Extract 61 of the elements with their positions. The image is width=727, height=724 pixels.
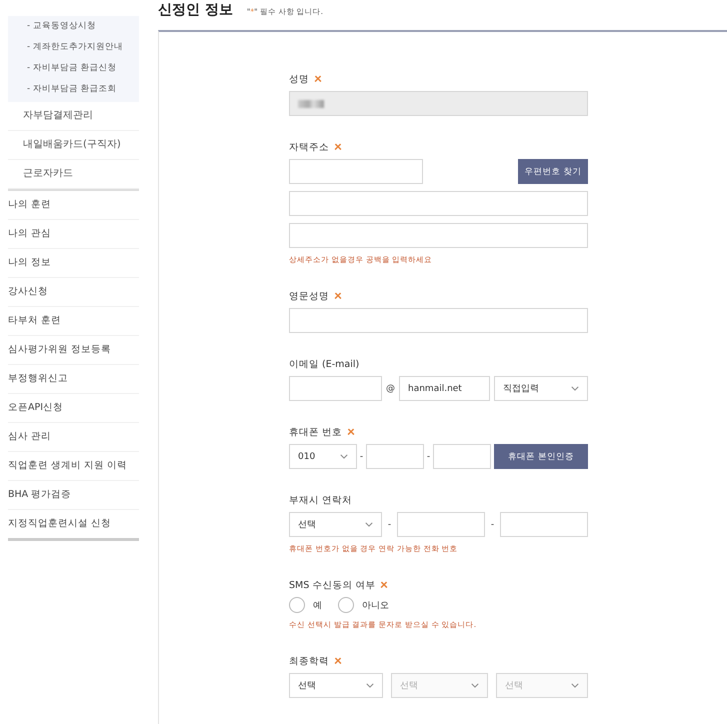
menu-item[interactable]: 심사 관리 xyxy=(8,423,139,452)
select-field[interactable]: 선택 xyxy=(289,512,382,537)
separator-text: @ xyxy=(386,384,395,394)
field-label: 부재시 연락처 xyxy=(289,494,354,507)
input-field[interactable] xyxy=(433,444,492,469)
select-field[interactable]: 직접입력 xyxy=(494,376,588,401)
menu-item[interactable]: 타부처 훈련 xyxy=(8,307,139,336)
separator-text: - xyxy=(360,452,364,462)
menu-item[interactable]: 나의 훈련 xyxy=(8,191,139,220)
chevron-down-icon xyxy=(571,683,579,688)
input-field[interactable] xyxy=(289,223,588,248)
chevron-down-icon xyxy=(340,454,348,459)
menu-item[interactable]: 나의 정보 xyxy=(8,249,139,278)
separator-text: - xyxy=(388,520,392,530)
input-field[interactable] xyxy=(289,191,588,216)
input-field[interactable] xyxy=(366,444,424,469)
submenu-item[interactable]: - 계좌한도추가지원안내 xyxy=(8,37,139,58)
action-button[interactable]: 휴대폰 본인인증 xyxy=(494,444,588,469)
chevron-down-icon xyxy=(366,683,374,688)
menu-item[interactable]: 지정직업훈련시설 신청 xyxy=(8,510,139,538)
field-label: 이메일 (E-mail) xyxy=(289,358,360,371)
menu-item[interactable]: 근로자카드 xyxy=(8,160,139,189)
action-button[interactable]: 우편번호 찾기 xyxy=(518,159,588,184)
field-label: 성명 xyxy=(289,72,588,86)
menu-item[interactable]: 부정행위신고 xyxy=(8,365,139,394)
submenu-item[interactable]: - 자비부담금 환급신청 xyxy=(8,58,139,79)
field-label: 자택주소 xyxy=(289,140,588,154)
menu-item[interactable]: 자부담결제관리 xyxy=(8,102,139,131)
radio-button[interactable] xyxy=(338,597,354,613)
submenu-item[interactable]: - 교육동영상시청 xyxy=(8,16,139,37)
radio-option[interactable]: 예 xyxy=(289,597,322,613)
input-field[interactable] xyxy=(500,512,588,537)
field-label: SMS 수신동의 여부 xyxy=(289,578,588,592)
field-label: 영문성명 xyxy=(289,289,588,303)
chevron-down-icon xyxy=(471,683,479,688)
menu-item[interactable]: 심사평가위원 정보등록 xyxy=(8,336,139,365)
menu-item[interactable]: 강사신청 xyxy=(8,278,139,307)
input-field[interactable] xyxy=(289,159,423,184)
submenu-item[interactable]: - 자비부담금 환급조회 xyxy=(8,79,139,100)
menu-item[interactable]: 나의 관심 xyxy=(8,220,139,249)
input-field[interactable] xyxy=(397,512,485,537)
field-label: 휴대폰 번호 xyxy=(289,425,588,439)
input-field[interactable] xyxy=(289,308,588,333)
chevron-down-icon xyxy=(365,522,373,527)
menu-item[interactable]: 오픈API신청 xyxy=(8,394,139,423)
page-title: 신정인 정보 xyxy=(158,1,233,19)
input-field[interactable] xyxy=(289,376,382,401)
chevron-down-icon xyxy=(571,386,579,391)
separator-text: - xyxy=(490,520,494,530)
field-label: 최종학력 xyxy=(289,654,588,668)
menu-item[interactable]: BHA 평가검증 xyxy=(8,481,139,510)
input-field[interactable]: hanmail.net xyxy=(399,376,490,401)
radio-option[interactable]: 아니오 xyxy=(338,597,389,613)
select-field[interactable]: 010 xyxy=(289,444,357,469)
select-field[interactable]: 선택 xyxy=(289,673,383,698)
radio-label: 예 xyxy=(313,600,322,612)
menu-item[interactable]: 내일배움카드(구직자) xyxy=(8,131,139,160)
separator-text: - xyxy=(426,452,430,462)
menu-item[interactable]: 직업훈련 생계비 지원 이력 xyxy=(8,452,139,481)
radio-label: 아니오 xyxy=(362,600,389,612)
radio-button[interactable] xyxy=(289,597,305,613)
